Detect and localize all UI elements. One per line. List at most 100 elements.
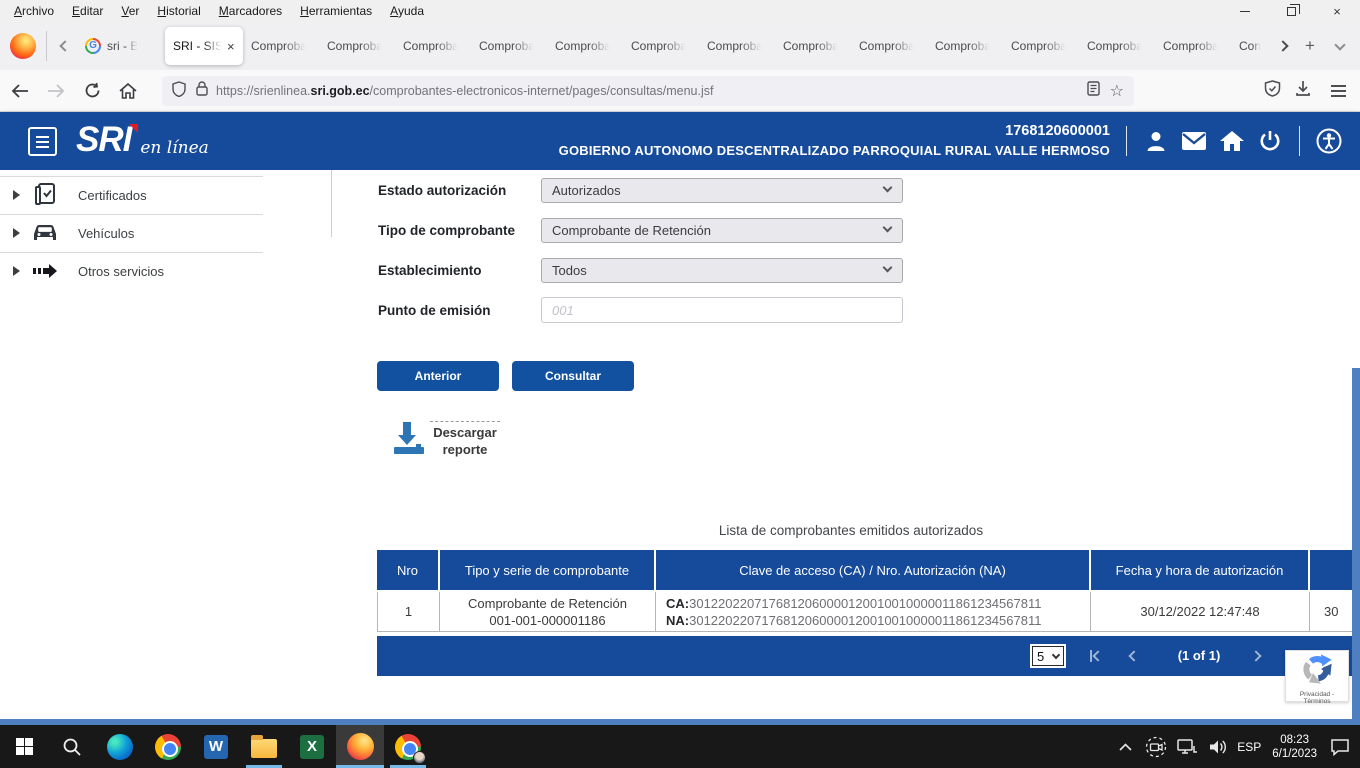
sri-logo[interactable]: SRI en línea [76,120,209,160]
reader-mode-icon[interactable] [1087,81,1100,101]
camera-tray-icon[interactable] [1144,725,1168,768]
menu-ver[interactable]: Ver [113,2,147,20]
recaptcha-badge[interactable]: Privacidad - Términos [1285,650,1349,702]
menu-ayuda[interactable]: Ayuda [382,2,432,20]
tab-comprobantes[interactable]: Comproba [319,29,395,63]
lock-icon[interactable] [196,81,208,101]
taskbar-chrome-profile-button[interactable] [384,725,432,768]
menu-historial[interactable]: Historial [149,2,208,20]
sidebar-item-label: Vehículos [78,226,134,241]
taskbar-firefox-button[interactable] [336,725,384,768]
close-button[interactable]: × [1314,0,1360,22]
menu-herramientas[interactable]: Herramientas [292,2,380,20]
select-value: Todos [552,263,587,278]
google-favicon-icon [85,38,101,54]
punto-emision-input[interactable] [541,297,903,323]
close-tab-icon[interactable]: × [227,40,235,53]
home-icon[interactable] [1213,130,1251,152]
app-menu-icon[interactable] [1325,90,1352,92]
new-tab-button[interactable]: + [1295,31,1325,61]
tab-comprobantes[interactable]: Comproba [699,29,775,63]
account-shield-icon[interactable] [1264,80,1281,102]
tab-google-search[interactable]: sri - B [77,29,165,63]
tab-comprobantes[interactable]: Comproba [1155,29,1231,63]
tab-comprobantes[interactable]: Comproba [851,29,927,63]
next-page-button[interactable] [1245,648,1267,664]
vehicle-icon [32,223,58,243]
recaptcha-logo-icon [1300,653,1334,685]
tab-sri-active[interactable]: SRI - SIS × [165,27,243,65]
recaptcha-caption[interactable]: Privacidad - Términos [1286,691,1348,705]
scroll-tabs-right-button[interactable] [1271,31,1295,61]
estado-autorizacion-select[interactable]: Autorizados [541,178,903,203]
sidebar-item-certificados[interactable]: Certificados [0,177,263,213]
first-page-button[interactable] [1085,648,1107,664]
bookmark-star-icon[interactable]: ☆ [1110,81,1124,101]
hidden-icons-chevron[interactable] [1113,725,1137,768]
taskbar-excel-button[interactable]: X [288,725,336,768]
previous-page-button[interactable] [1123,648,1145,664]
sri-logo-red-triangle [129,124,138,133]
download-report-icon[interactable] [394,422,424,454]
taskbar-edge-button[interactable] [96,725,144,768]
menu-marcadores[interactable]: Marcadores [211,2,290,20]
vertical-scrollbar[interactable] [1352,368,1360,719]
sidebar-item-otros-servicios[interactable]: Otros servicios [0,253,263,289]
tab-comprobantes[interactable]: Comproba [1003,29,1079,63]
taskbar-chrome-button[interactable] [144,725,192,768]
taskbar-search-button[interactable] [48,725,96,768]
sri-app-header: SRI en línea 1768120600001 GOBIERNO AUTO… [0,112,1360,170]
tab-comprobantes[interactable]: Comproba [243,29,319,63]
sidebar-item-vehiculos[interactable]: Vehículos [0,215,263,251]
scroll-tabs-left-button[interactable] [53,31,77,61]
profile-icon[interactable] [1137,129,1175,153]
menu-editar[interactable]: Editar [64,2,111,20]
accessibility-icon[interactable] [1310,128,1348,154]
tab-comprobantes[interactable]: Comproba [547,29,623,63]
list-all-tabs-button[interactable] [1325,31,1355,61]
download-report-link[interactable]: Descargar reporte [430,421,500,458]
tab-comprobantes[interactable]: Comproba [927,29,1003,63]
tab-comprobantes[interactable]: Comproba [395,29,471,63]
tab-comprobantes[interactable]: Comproba [623,29,699,63]
download-report-line2: reporte [430,441,500,458]
clock-date: 6/1/2023 [1272,747,1317,761]
establecimiento-select[interactable]: Todos [541,258,903,283]
home-button[interactable] [112,75,144,107]
back-button[interactable] [4,75,36,107]
volume-icon[interactable] [1206,725,1230,768]
url-bar[interactable]: https://srienlinea.sri.gob.ec/comprobant… [162,76,1134,106]
mail-icon[interactable] [1175,131,1213,151]
taskbar-word-button[interactable]: W [192,725,240,768]
taskbar-explorer-button[interactable] [240,725,288,768]
tab-comprobantes[interactable]: Comproba [775,29,851,63]
restore-button[interactable] [1268,0,1314,22]
minimize-button[interactable] [1222,0,1268,22]
language-indicator[interactable]: ESP [1237,740,1261,754]
clock-time: 08:23 [1272,733,1317,747]
field-label-estado: Estado autorización [378,183,506,198]
start-button[interactable] [0,725,48,768]
notification-center-icon[interactable] [1328,725,1352,768]
forward-button[interactable] [40,75,72,107]
clock[interactable]: 08:23 6/1/2023 [1272,733,1317,761]
anterior-button[interactable]: Anterior [377,361,499,391]
tab-comprobantes[interactable]: Comproba [1079,29,1155,63]
network-icon[interactable] [1175,725,1199,768]
reload-button[interactable] [76,75,108,107]
tipo-comprobante-select[interactable]: Comprobante de Retención [541,218,903,243]
menu-archivo[interactable]: Archivo [6,2,62,20]
page-size-select[interactable]: 5 [1030,644,1066,668]
select-value: Autorizados [552,183,621,198]
downloads-icon[interactable] [1295,80,1311,102]
navigation-bar: https://srienlinea.sri.gob.ec/comprobant… [0,70,1360,112]
cell-tipo-line: Comprobante de Retención [468,595,627,612]
consultar-button[interactable]: Consultar [512,361,634,391]
logout-power-icon[interactable] [1251,129,1289,153]
tab-comprobantes[interactable]: Comproba [471,29,547,63]
tab-comprobantes-partial[interactable]: Con [1231,29,1271,63]
divider [46,31,47,61]
menu-toggle-button[interactable] [28,127,57,156]
tracking-protection-shield-icon[interactable] [172,81,186,102]
select-value: Comprobante de Retención [552,223,711,238]
